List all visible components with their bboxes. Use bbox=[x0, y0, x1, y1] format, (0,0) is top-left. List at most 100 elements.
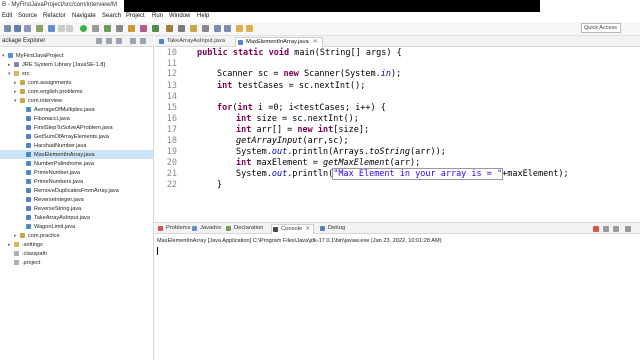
menu-edit[interactable]: Edit bbox=[2, 13, 12, 19]
folder-icon bbox=[14, 242, 19, 247]
package-icon bbox=[20, 80, 25, 85]
code-line-13[interactable]: int testCases = sc.nextInt(); bbox=[217, 81, 365, 91]
tree-item[interactable]: ReverseString.java bbox=[0, 204, 153, 213]
back-icon[interactable] bbox=[236, 25, 243, 32]
tree-item[interactable]: ▸ JRE System Library [JavaSE-1.8] bbox=[0, 60, 153, 69]
menu-source[interactable]: Source bbox=[18, 13, 37, 19]
tab-declaration[interactable]: Declaration bbox=[225, 224, 266, 234]
new-class-icon[interactable] bbox=[152, 25, 159, 32]
tree-item[interactable]: Fibonacci.java bbox=[0, 114, 153, 123]
tree-item[interactable]: NumberPalindrome.java bbox=[0, 159, 153, 168]
tree-item[interactable]: RemoveDuplicatesFromArray.java bbox=[0, 186, 153, 195]
tree-item[interactable]: WagonLimit.java bbox=[0, 222, 153, 231]
dropdown-icon[interactable] bbox=[58, 25, 65, 32]
link-editor-icon[interactable] bbox=[106, 38, 112, 44]
forward-icon[interactable] bbox=[246, 25, 253, 32]
terminate-icon[interactable] bbox=[593, 226, 599, 232]
next-edit-icon[interactable] bbox=[224, 25, 231, 32]
minimize-icon[interactable] bbox=[130, 38, 136, 44]
file-icon bbox=[14, 260, 19, 265]
menu-window[interactable]: Window bbox=[169, 13, 190, 19]
quick-access-field[interactable]: Quick Access bbox=[581, 23, 621, 33]
redacted-bar bbox=[124, 0, 540, 12]
tree-item[interactable]: ▸ com.english.problems bbox=[0, 87, 153, 96]
code-line-12[interactable]: Scanner sc = new Scanner(System.in); bbox=[217, 69, 401, 79]
menu-help[interactable]: Help bbox=[197, 13, 209, 19]
tree-item[interactable]: ▸ .settings bbox=[0, 240, 153, 249]
view-menu-icon[interactable] bbox=[116, 38, 122, 44]
java-file-icon bbox=[26, 206, 31, 211]
tree-item[interactable]: HarshadNumber.java bbox=[0, 141, 153, 150]
tree-item[interactable]: ▾ MyFirstJavaProject bbox=[0, 51, 153, 60]
prev-edit-icon[interactable] bbox=[214, 25, 221, 32]
code-line-10[interactable]: public static void main(String[] args) { bbox=[197, 48, 402, 58]
code-line-17[interactable]: int arr[] = new int[size]; bbox=[236, 125, 369, 135]
javadoc-icon bbox=[192, 226, 197, 231]
open-task-icon[interactable] bbox=[190, 25, 197, 32]
code-line-22[interactable]: } bbox=[217, 180, 222, 190]
tab-max-element-in-array[interactable]: MaxElementInArray.java ✕ bbox=[235, 37, 323, 47]
tab-javadoc[interactable]: Javadoc bbox=[191, 224, 225, 234]
tree-item[interactable]: GetSumOfArrayElements.java bbox=[0, 132, 153, 141]
menu-project[interactable]: Project bbox=[126, 13, 145, 19]
line-number: 17 bbox=[166, 125, 177, 135]
run-dropdown-icon[interactable] bbox=[92, 25, 99, 32]
tree-item[interactable]: ▾ com.interview bbox=[0, 96, 153, 105]
maximize-icon[interactable] bbox=[140, 38, 146, 44]
tree-item[interactable]: ▸ com.assignments bbox=[0, 78, 153, 87]
tree-item[interactable]: TakeArrayAsInput.java bbox=[0, 213, 153, 222]
stop-icon[interactable] bbox=[66, 25, 73, 32]
new-package-icon[interactable] bbox=[140, 25, 147, 32]
tree-item[interactable]: ReverseInteger.java bbox=[0, 195, 153, 204]
remove-launch-icon[interactable] bbox=[603, 226, 609, 232]
tree-item[interactable]: FirstStepToSolveAProblem.java bbox=[0, 123, 153, 132]
tab-debug[interactable]: Debug bbox=[319, 224, 348, 234]
java-file-icon bbox=[26, 152, 31, 157]
tree-item[interactable]: MaxElementInArray.java bbox=[0, 150, 153, 159]
tree-item[interactable]: AverageOfMultiples.java bbox=[0, 105, 153, 114]
tree-item[interactable]: ▾ src bbox=[0, 69, 153, 78]
close-icon[interactable]: ✕ bbox=[313, 39, 318, 45]
tree-item-label: MaxElementInArray.java bbox=[34, 151, 95, 158]
tab-take-array-as-input[interactable]: TakeArrayAsInput.java bbox=[157, 37, 229, 47]
code-line-20[interactable]: int maxElement = getMaxElement(arr); bbox=[236, 158, 420, 168]
code-line-19[interactable]: System.out.println(Arrays.toString(arr))… bbox=[236, 147, 446, 157]
tree-item[interactable]: PrimeNumber.java bbox=[0, 168, 153, 177]
skip-breakpoints-icon[interactable] bbox=[36, 25, 43, 32]
save-icon[interactable] bbox=[14, 25, 21, 32]
code-line-15[interactable]: for(int i =0; i<testCases; i++) { bbox=[217, 103, 386, 113]
tab-problems[interactable]: Problems bbox=[157, 224, 193, 234]
code-line-16[interactable]: int size = sc.nextInt(); bbox=[236, 114, 359, 124]
menu-search[interactable]: Search bbox=[102, 13, 121, 19]
tree-item[interactable]: .classpath bbox=[0, 249, 153, 258]
menu-run[interactable]: Run bbox=[152, 13, 163, 19]
code-line-21[interactable]: System.out.println("Max Element in your … bbox=[236, 168, 569, 180]
tree-item[interactable]: ▸ com.practice bbox=[0, 231, 153, 240]
tree-item-label: com.interview bbox=[28, 97, 63, 104]
debug-icon[interactable] bbox=[48, 25, 55, 32]
tab-console[interactable]: Console ✕ bbox=[271, 224, 315, 234]
java-file-icon bbox=[26, 170, 31, 175]
text-cursor[interactable] bbox=[157, 247, 158, 255]
code-line-18[interactable]: getArrayInput(arr,sc); bbox=[236, 136, 349, 146]
external-tools-icon[interactable] bbox=[116, 25, 123, 32]
coverage-icon[interactable] bbox=[104, 25, 111, 32]
annotation-icon[interactable] bbox=[202, 25, 209, 32]
tree-item[interactable]: PrimeNumbers.java bbox=[0, 177, 153, 186]
search-icon[interactable] bbox=[178, 25, 185, 32]
open-type-icon[interactable] bbox=[166, 25, 173, 32]
save-all-icon[interactable] bbox=[24, 25, 31, 32]
minimize-icon[interactable] bbox=[625, 226, 631, 232]
clear-console-icon[interactable] bbox=[613, 226, 619, 232]
new-java-project-icon[interactable] bbox=[128, 25, 135, 32]
collapse-all-icon[interactable] bbox=[96, 38, 102, 44]
menu-navigate[interactable]: Navigate bbox=[72, 13, 96, 19]
run-icon[interactable] bbox=[80, 25, 87, 32]
java-file-icon bbox=[26, 224, 31, 229]
line-number: 20 bbox=[166, 158, 177, 168]
menu-refactor[interactable]: Refactor bbox=[43, 13, 66, 19]
new-icon[interactable] bbox=[4, 25, 11, 32]
tree-item[interactable]: .project bbox=[0, 258, 153, 267]
close-icon[interactable]: ✕ bbox=[305, 226, 310, 232]
java-file-icon bbox=[26, 179, 31, 184]
